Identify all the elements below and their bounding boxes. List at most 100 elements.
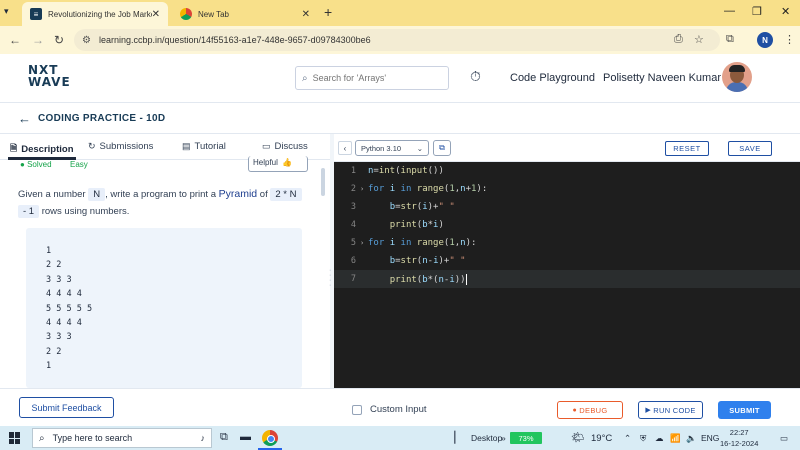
task-view-icon[interactable]: ⧉ xyxy=(220,431,228,444)
tab-description[interactable]: 🗎 Description xyxy=(10,141,74,157)
code-line[interactable]: 3 b=str(i)+" " xyxy=(334,198,800,216)
code-line[interactable]: 6 b=str(n-i)+" " xyxy=(334,252,800,270)
input-language[interactable]: ENG xyxy=(701,433,719,443)
reload-icon[interactable]: ↻ xyxy=(54,33,64,47)
user-name[interactable]: Polisetty Naveen Kumar xyxy=(603,72,721,84)
fold-chevron-icon[interactable]: › xyxy=(360,185,368,193)
tab-title: New Tab xyxy=(198,9,229,19)
security-icon[interactable]: ⛨ xyxy=(640,433,646,444)
code-playground-link[interactable]: Code Playground xyxy=(510,72,595,84)
search-box[interactable]: ⌕ xyxy=(295,66,449,90)
code-chip: 2 * N xyxy=(270,188,302,201)
profile-avatar[interactable]: N xyxy=(757,32,773,48)
practice-title-bar: ← CODING PRACTICE - 10D xyxy=(0,102,800,134)
code-line[interactable]: 5 › for i in range(1,n): xyxy=(334,234,800,252)
back-icon[interactable]: ← xyxy=(9,33,21,47)
volume-icon[interactable]: 🔈 xyxy=(686,433,697,444)
search-input[interactable] xyxy=(312,73,433,83)
custom-input-checkbox[interactable] xyxy=(352,404,362,415)
code-line[interactable]: 4 print(b*i) xyxy=(334,216,800,234)
user-avatar[interactable] xyxy=(722,62,752,92)
weather-icon[interactable]: 🌤 xyxy=(571,431,585,444)
submit-feedback-button[interactable]: Submit Feedback xyxy=(19,397,114,418)
submit-button[interactable]: SUBMIT xyxy=(718,401,771,419)
url-bar[interactable]: ⚙ learning.ccbp.in/question/14f55163-a1e… xyxy=(74,29,720,51)
chrome-icon[interactable] xyxy=(262,430,278,446)
sample-output-line: 5 5 5 5 5 xyxy=(46,303,93,314)
minimize-icon[interactable]: — xyxy=(724,5,735,17)
text-cursor xyxy=(465,273,467,285)
forward-icon[interactable]: → xyxy=(32,33,44,47)
reset-button[interactable]: RESET xyxy=(665,141,709,156)
site-favicon-icon: ≡ xyxy=(30,8,42,20)
code-line[interactable]: 1 n=int(input()) xyxy=(334,162,800,180)
bookmark-star-icon[interactable]: ☆ xyxy=(694,33,704,46)
browser-tab-new[interactable]: New Tab ✕ xyxy=(172,2,318,26)
sample-output-box: 1 2 2 3 3 3 4 4 4 4 5 5 5 5 5 4 4 4 4 3 3 3 2 2… xyxy=(26,228,302,388)
code-editor[interactable]: 1 n=int(input()) 2 › for i in range(1,n+1): 3… xyxy=(334,162,800,394)
run-code-button[interactable]: ▶ RUN CODE xyxy=(638,401,703,419)
collapse-chevron-icon[interactable]: ‹ xyxy=(338,141,352,155)
chrome-favicon-icon xyxy=(180,8,192,20)
windows-start-icon[interactable] xyxy=(9,432,21,444)
desktop-label[interactable]: Desktop xyxy=(471,433,502,443)
system-clock[interactable]: 22:27 16-12-2024 xyxy=(720,427,758,449)
cloud-icon[interactable]: ☁ xyxy=(655,433,664,444)
debug-button[interactable]: ● DEBUG xyxy=(557,401,623,419)
install-app-icon[interactable]: ⎙ xyxy=(674,33,683,46)
sample-output-line: 3 3 3 xyxy=(46,332,72,343)
notifications-icon[interactable]: ▭ xyxy=(780,433,788,444)
fullscreen-icon[interactable]: ⧉ xyxy=(433,140,451,156)
chevron-expand-icon[interactable]: » xyxy=(501,433,506,443)
panel-scrollbar[interactable] xyxy=(321,168,325,196)
sample-output-line: 4 4 4 4 xyxy=(46,318,82,329)
sample-output-line: 4 4 4 4 xyxy=(46,289,82,300)
tab-close-icon[interactable]: ✕ xyxy=(152,9,160,20)
chat-icon: ▭ xyxy=(262,141,271,151)
extensions-icon[interactable]: ⧉ xyxy=(726,33,734,46)
tray-overflow-icon[interactable]: ⌃ xyxy=(624,433,631,444)
battery-meter[interactable]: 73% xyxy=(510,432,542,444)
save-button[interactable]: SAVE xyxy=(728,141,772,156)
tab-close-icon[interactable]: ✕ xyxy=(302,9,310,20)
custom-input-toggle[interactable]: Custom Input xyxy=(352,404,427,415)
language-select[interactable]: Python 3.10 ⌄ xyxy=(355,140,429,156)
restore-icon[interactable]: ❐ xyxy=(752,5,762,18)
helpful-button[interactable]: Helpful 👍 xyxy=(248,156,308,172)
page-title: CODING PRACTICE - 10D xyxy=(38,113,166,124)
code-chip: N xyxy=(88,188,106,201)
tab-title: Revolutionizing the Job Market xyxy=(48,9,152,19)
drag-handle-icon[interactable]: · · · · xyxy=(329,267,331,289)
file-explorer-icon[interactable]: ▬ xyxy=(240,431,251,443)
new-tab-button[interactable]: + xyxy=(324,4,332,20)
code-line[interactable]: 2 › for i in range(1,n+1): xyxy=(334,180,800,198)
editor-toolbar: ‹ Python 3.10 ⌄ ⧉ RESET SAVE xyxy=(334,134,800,162)
browser-menu-icon[interactable]: ⋮ xyxy=(784,33,795,46)
code-text: n=int(input()) xyxy=(368,166,444,176)
fold-chevron-icon[interactable]: › xyxy=(360,239,368,247)
tab-submissions[interactable]: ↻ Submissions xyxy=(88,141,153,152)
code-text: print(b*i) xyxy=(389,220,444,230)
taskbar-search[interactable]: ⌕ Type here to search ♪ xyxy=(32,428,212,448)
site-header: NXT WAVE ⌕ ⏱ Code Playground Polisetty N… xyxy=(0,54,800,102)
tab-search-icon[interactable]: ▾ xyxy=(4,6,18,20)
line-number: 7 xyxy=(350,274,356,284)
window-close-icon[interactable]: ✕ xyxy=(781,5,790,18)
code-line[interactable]: 7 print(b*(n-i)) xyxy=(334,270,800,288)
tab-discuss[interactable]: ▭ Discuss xyxy=(262,141,308,152)
code-chip: - 1 xyxy=(18,205,40,218)
action-bar: Submit Feedback Custom Input ● DEBUG ▶ R… xyxy=(0,388,800,426)
browser-tab-strip: ▾ ≡ Revolutionizing the Job Market ✕ New… xyxy=(0,0,800,26)
back-arrow-icon[interactable]: ← xyxy=(18,111,31,126)
os-taskbar: ⌕ Type here to search ♪ ⧉ ▬ ⎮ Desktop » … xyxy=(0,426,800,450)
temperature[interactable]: 19°C xyxy=(591,433,612,444)
stopwatch-icon[interactable]: ⏱ xyxy=(470,68,481,85)
site-info-icon[interactable]: ⚙ xyxy=(82,35,91,46)
refresh-icon: ↻ xyxy=(88,141,96,151)
nxtwave-logo[interactable]: NXT WAVE xyxy=(28,64,71,88)
tab-tutorial[interactable]: ▤ Tutorial xyxy=(182,141,226,152)
code-text: print(b*(n-i)) xyxy=(389,273,467,285)
browser-tab-active[interactable]: ≡ Revolutionizing the Job Market ✕ xyxy=(22,2,168,26)
code-text: for i in range(1,n+1): xyxy=(368,184,488,194)
network-icon[interactable]: 📶 xyxy=(670,433,681,444)
